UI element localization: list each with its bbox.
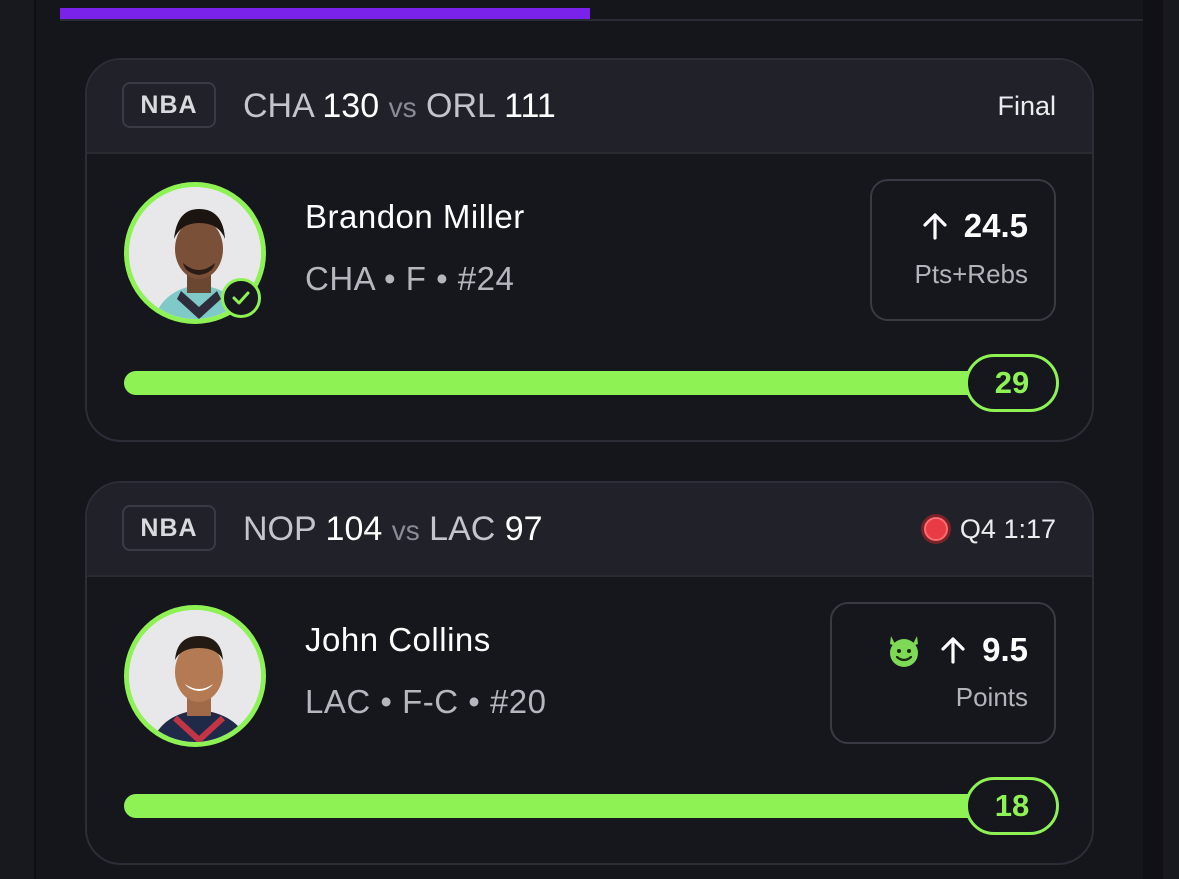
- pick-line-box: 24.5 Pts+Rebs: [870, 179, 1056, 321]
- away-score: 111: [504, 87, 556, 125]
- game-status-label: Q4 1:17: [959, 514, 1056, 544]
- pick-line-value: 9.5: [982, 631, 1028, 668]
- vs-label: vs: [388, 92, 417, 123]
- pick-card[interactable]: NBA CHA 130 vs ORL 111 Final Brandon Mil…: [85, 58, 1094, 442]
- away-team: ORL: [426, 87, 495, 125]
- pick-stat-name: Pts+Rebs: [914, 259, 1028, 289]
- live-indicator-icon: [923, 517, 948, 541]
- game-status: Q4 1:17: [923, 511, 1056, 547]
- home-score: 104: [325, 510, 383, 548]
- active-tab-indicator[interactable]: [60, 8, 590, 19]
- pick-stat-name: Points: [955, 682, 1028, 712]
- pick-line-box: 9.5 Points: [830, 602, 1056, 744]
- pick-line-row: 9.5: [884, 630, 1028, 670]
- player-avatar: [124, 605, 266, 747]
- matchup: CHA 130 vs ORL 111: [243, 84, 556, 130]
- pick-card[interactable]: NBA NOP 104 vs LAC 97 Q4 1:17 John Colli…: [85, 481, 1094, 865]
- game-header: NBA CHA 130 vs ORL 111 Final: [87, 60, 1092, 154]
- player-meta: LAC • F-C • #20: [305, 683, 547, 720]
- player-name: Brandon Miller: [305, 198, 525, 235]
- game-status: Final: [997, 88, 1056, 124]
- result-value: 18: [965, 777, 1059, 835]
- progress-track: [124, 794, 1058, 818]
- pick-line-value: 24.5: [963, 207, 1028, 244]
- home-team: NOP: [243, 510, 317, 548]
- home-score: 130: [322, 87, 380, 125]
- tab-divider: [60, 19, 1143, 21]
- away-score: 97: [504, 510, 543, 548]
- progress-track: [124, 371, 1058, 395]
- player-meta: CHA • F • #24: [305, 260, 515, 297]
- left-gutter: [0, 0, 36, 879]
- vs-label: vs: [391, 515, 420, 546]
- progress-fill: [124, 794, 1058, 818]
- arrow-up-icon: [923, 213, 947, 240]
- player-name: John Collins: [305, 621, 491, 658]
- pick-line-row: 24.5: [920, 207, 1028, 245]
- right-gutter: [1143, 0, 1179, 879]
- home-team: CHA: [243, 87, 313, 125]
- player-headshot-icon: [129, 610, 261, 742]
- game-status-label: Final: [997, 91, 1056, 121]
- away-team: LAC: [429, 510, 496, 548]
- matchup: NOP 104 vs LAC 97: [243, 507, 543, 553]
- league-badge: NBA: [122, 505, 216, 551]
- green-devil-icon: [890, 636, 919, 667]
- game-header: NBA NOP 104 vs LAC 97 Q4 1:17: [87, 483, 1092, 577]
- progress-fill: [124, 371, 1058, 395]
- verified-check-icon: [221, 278, 261, 318]
- league-badge: NBA: [122, 82, 216, 128]
- result-value: 29: [965, 354, 1059, 412]
- arrow-up-icon: [941, 637, 965, 664]
